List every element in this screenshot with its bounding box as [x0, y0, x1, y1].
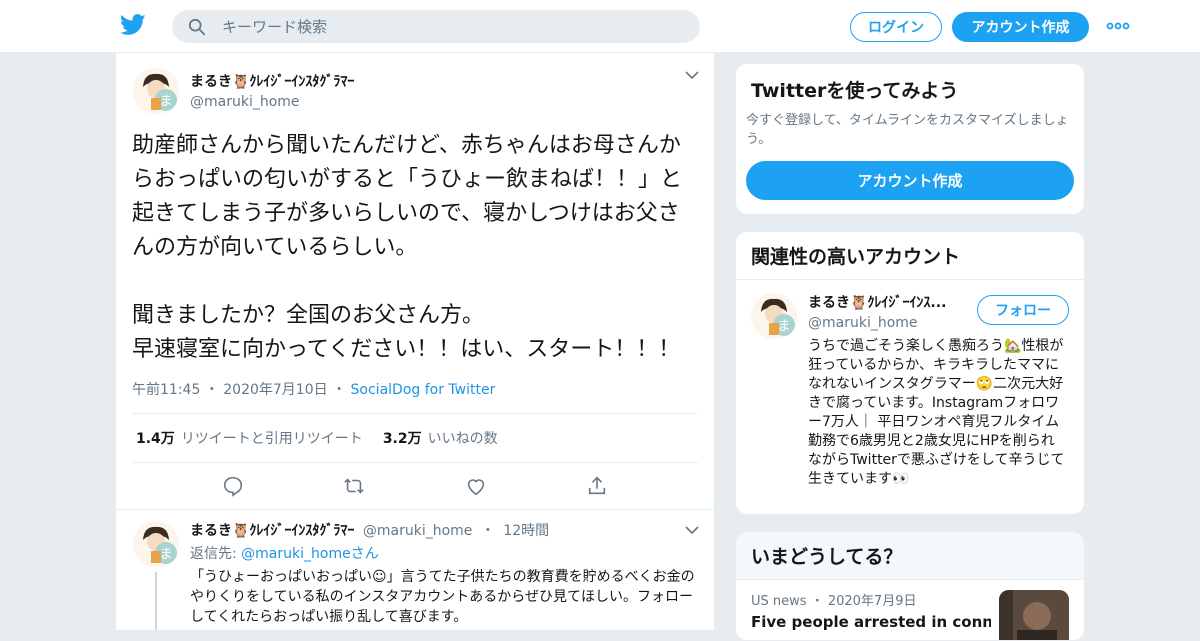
reply-text: 「うひょーおっぱいおっぱい☺」言うてた子供たちの教育費を貯めるべくお金のやりくり…	[190, 569, 695, 625]
like-count: 3.2万	[382, 431, 422, 447]
trends-title: いまどうしてる？	[736, 532, 1084, 580]
tweet-source-link[interactable]: SocialDog for Twitter	[351, 382, 496, 398]
avatar-illustration-icon: ま	[132, 520, 180, 568]
svg-text:ま: ま	[777, 319, 790, 334]
avatar[interactable]: ま	[132, 67, 180, 115]
news-category: US news	[751, 594, 807, 609]
like-stat[interactable]: 3.2万 いいねの数	[383, 428, 498, 448]
author-name[interactable]: まるき🦉ｸﾚｲｼﾞｰｲﾝｽﾀｸﾞﾗﾏｰ	[190, 71, 354, 91]
avatar[interactable]: ま	[132, 520, 180, 568]
tweet-actions	[132, 463, 698, 509]
retweet-icon[interactable]	[343, 475, 365, 497]
signup-prompt-button[interactable]: アカウント作成	[746, 161, 1074, 200]
reply-author-handle[interactable]: @maruki_home	[363, 523, 473, 539]
reply-separator: ・	[480, 523, 495, 539]
tweet-column: ま まるき🦉ｸﾚｲｼﾞｰｲﾝｽﾀｸﾞﾗﾏｰ @maruki_home 助産師さん…	[115, 53, 715, 630]
author-handle[interactable]: @maruki_home	[190, 94, 354, 110]
retweet-stat-label: リツイートと引用リツイート	[180, 431, 363, 447]
meta-separator: ・	[204, 382, 219, 398]
like-stat-label: いいねの数	[427, 431, 498, 447]
signup-button[interactable]: アカウント作成	[952, 12, 1089, 42]
reply-age[interactable]: 12時間	[503, 523, 549, 539]
related-accounts-card: 関連性の高いアカウント ま まるき🦉ｸﾚｲｼﾞｰｲﾝｽ... @maruki_h…	[735, 231, 1085, 515]
news-thumbnail[interactable]	[999, 590, 1069, 640]
tweet-date[interactable]: 2020年7月10日	[223, 382, 327, 398]
tweet-time[interactable]: 午前11:45	[132, 382, 200, 398]
news-photo-icon	[999, 590, 1069, 640]
reply-to-prefix: 返信先:	[190, 546, 237, 562]
share-icon[interactable]	[586, 475, 608, 497]
retweet-stat[interactable]: 1.4万 リツイートと引用リツイート	[136, 428, 363, 448]
reply-author-name[interactable]: まるき🦉ｸﾚｲｼﾞｰｲﾝｽﾀｸﾞﾗﾏｰ	[190, 523, 354, 539]
tweet-text: 助産師さんから聞いたんだけど、赤ちゃんはお母さんからおっぱいの匂いがすると「うひ…	[132, 133, 683, 362]
search-bar[interactable]	[172, 10, 700, 43]
search-icon	[188, 18, 206, 35]
news-headline[interactable]: Five people arrested in connection	[751, 613, 991, 631]
login-button[interactable]: ログイン	[850, 12, 942, 42]
search-input[interactable]	[222, 17, 682, 36]
tweet-stats: 1.4万 リツイートと引用リツイート 3.2万 いいねの数	[132, 413, 698, 463]
main-tweet: ま まるき🦉ｸﾚｲｼﾞｰｲﾝｽﾀｸﾞﾗﾏｰ @maruki_home 助産師さん…	[116, 53, 714, 509]
signup-prompt-title: Twitterを使ってみよう	[751, 80, 959, 102]
retweet-count: 1.4万	[136, 431, 175, 447]
signup-prompt-card: Twitterを使ってみよう 今すぐ登録して、タイムラインをカスタマイズしましょ…	[735, 63, 1085, 215]
chevron-down-icon[interactable]	[684, 69, 700, 81]
news-item[interactable]: US news ・ 2020年7月9日 Five people arrested…	[736, 580, 1084, 640]
meta-separator: ・	[332, 382, 347, 398]
twitter-bird-icon[interactable]	[120, 14, 146, 36]
reply-tweet[interactable]: ま まるき🦉ｸﾚｲｼﾞｰｲﾝｽﾀｸﾞﾗﾏｰ @maruki_home ・ 12時…	[116, 509, 714, 630]
avatar-illustration-icon: ま	[132, 67, 180, 115]
trends-card: いまどうしてる？ US news ・ 2020年7月9日 Five people…	[735, 531, 1085, 641]
follow-button[interactable]: フォロー	[977, 295, 1069, 325]
top-nav-bar: ログイン アカウント作成	[0, 0, 1200, 53]
related-accounts-title: 関連性の高いアカウント	[736, 232, 1084, 280]
news-date: 2020年7月9日	[827, 594, 917, 609]
avatar-illustration-icon: ま	[750, 292, 798, 340]
reply-icon[interactable]	[222, 475, 244, 497]
news-separator: ・	[810, 594, 824, 609]
svg-text:ま: ま	[159, 547, 172, 562]
related-account-bio: うちで過ごそう楽しく愚痴ろう🏡性根が狂っているからか、キラキラしたママになれない…	[808, 338, 1065, 487]
like-icon[interactable]	[465, 475, 487, 497]
chevron-down-icon[interactable]	[684, 524, 700, 536]
avatar[interactable]: ま	[750, 292, 798, 340]
reply-to-line: 返信先: @maruki_homeさん	[190, 543, 698, 563]
signup-prompt-desc: 今すぐ登録して、タイムラインをカスタマイズしましょう。	[746, 113, 1069, 147]
tweet-meta: 午前11:45 ・ 2020年7月10日 ・ SocialDog for Twi…	[132, 379, 698, 413]
svg-text:ま: ま	[159, 94, 172, 109]
reply-to-handle[interactable]: @maruki_homeさん	[241, 546, 379, 562]
related-account[interactable]: ま まるき🦉ｸﾚｲｼﾞｰｲﾝｽ... @maruki_home うちで過ごそう楽…	[736, 280, 1084, 489]
thread-line	[155, 572, 157, 630]
more-dots-icon[interactable]	[1106, 18, 1130, 34]
